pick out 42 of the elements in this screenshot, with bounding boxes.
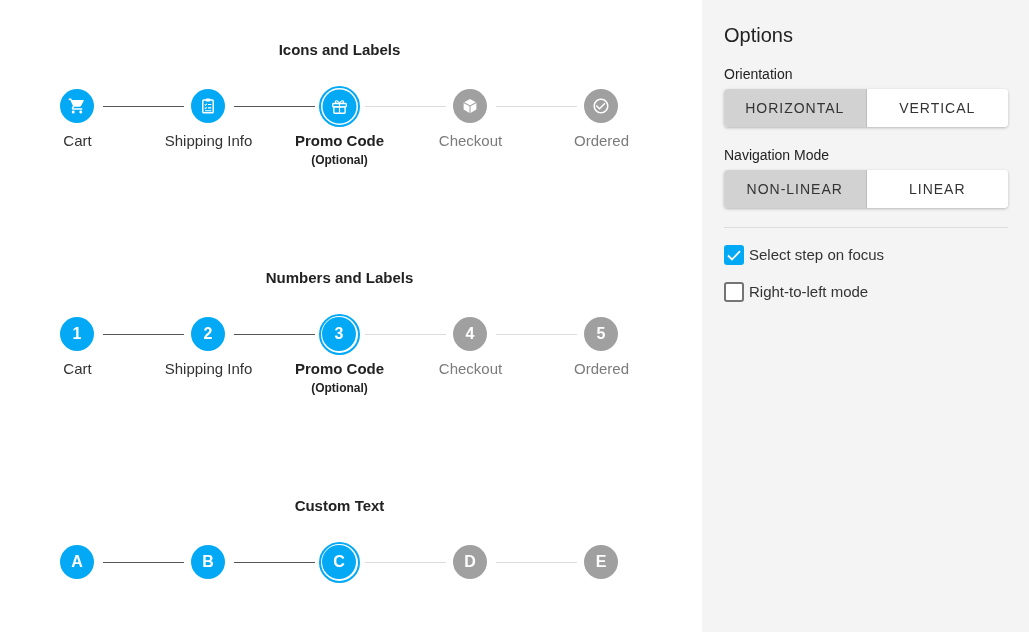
toggle-button[interactable]: NON-LINEAR bbox=[724, 170, 866, 208]
checkbox-label: Right-to-left mode bbox=[749, 282, 869, 302]
step-button[interactable]: D bbox=[453, 545, 487, 579]
checkbox[interactable] bbox=[724, 282, 744, 302]
step-button[interactable]: 3 bbox=[318, 313, 360, 355]
group-label: Navigation Mode bbox=[724, 146, 830, 165]
toggle-button[interactable]: VERTICAL bbox=[865, 89, 1008, 127]
step-button[interactable]: 1 bbox=[60, 317, 94, 351]
group-label: Orientation bbox=[724, 65, 793, 84]
clipboard-checklist-icon[interactable] bbox=[191, 89, 225, 123]
step-label: Shipping Info bbox=[164, 359, 253, 379]
step-label: Checkout bbox=[438, 359, 503, 379]
checkbox[interactable] bbox=[724, 245, 744, 265]
step-button[interactable]: 2 bbox=[191, 317, 225, 351]
toggle-button[interactable]: LINEAR bbox=[865, 170, 1008, 208]
stepper-title: Numbers and Labels bbox=[265, 268, 414, 288]
step-label: Shipping Info bbox=[164, 131, 253, 151]
step-button[interactable]: A bbox=[60, 545, 94, 579]
step-button[interactable]: C bbox=[318, 541, 360, 583]
step-button[interactable]: 4 bbox=[453, 317, 487, 351]
panel-title: Options bbox=[724, 23, 793, 48]
gift-icon[interactable] bbox=[318, 85, 360, 127]
step-note: (Optional) bbox=[311, 152, 368, 169]
step-label: Cart bbox=[63, 359, 92, 379]
step-button[interactable]: B bbox=[191, 545, 225, 579]
step-label: Promo Code bbox=[294, 359, 385, 379]
stepper-title: Custom Text bbox=[294, 496, 385, 516]
step-label: Cart bbox=[63, 131, 92, 151]
step-button[interactable]: 5 bbox=[584, 317, 618, 351]
step-label: Ordered bbox=[574, 359, 629, 379]
stepper-title: Icons and Labels bbox=[278, 40, 401, 60]
cart-icon[interactable] bbox=[60, 89, 94, 123]
step-button[interactable]: E bbox=[584, 545, 618, 579]
step-label: Checkout bbox=[438, 131, 503, 151]
cube-icon[interactable] bbox=[453, 89, 487, 123]
step-note: (Optional) bbox=[311, 380, 368, 397]
toggle-button[interactable]: HORIZONTAL bbox=[724, 89, 866, 127]
step-label: Promo Code bbox=[294, 131, 385, 151]
check-icon bbox=[727, 249, 741, 261]
check-circle-icon[interactable] bbox=[584, 89, 618, 123]
checkbox-label: Select step on focus bbox=[749, 245, 885, 265]
step-label: Ordered bbox=[574, 131, 629, 151]
